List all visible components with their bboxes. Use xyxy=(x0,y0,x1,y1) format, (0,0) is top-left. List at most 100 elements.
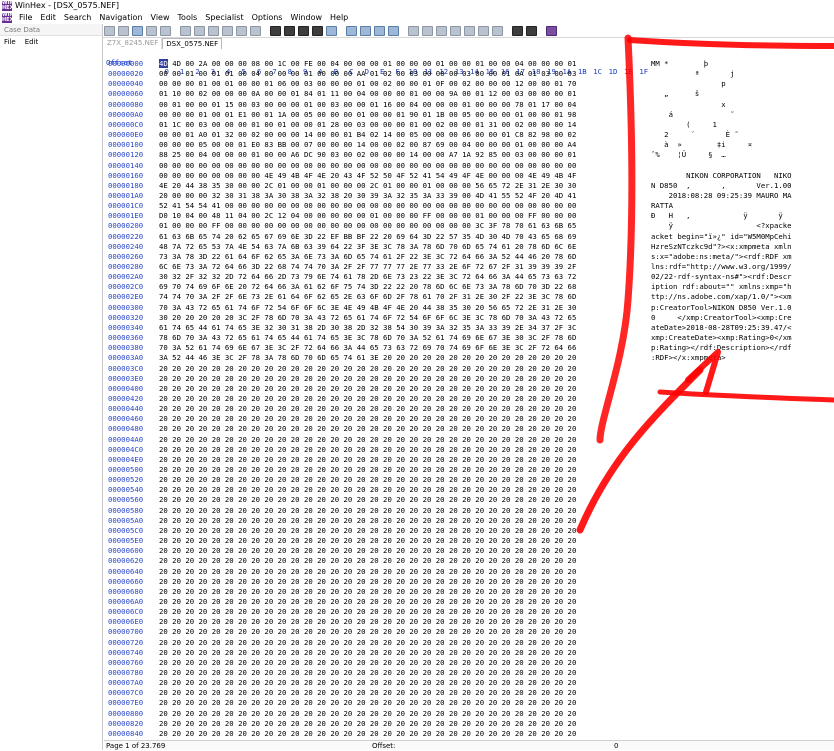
row-bytes[interactable]: 00 00 00 00 00 00 00 00 00 00 00 00 00 0… xyxy=(159,161,576,171)
row-ascii[interactable]: :RDF></x:xmpmeta> xyxy=(651,353,726,363)
row-ascii[interactable]: à » ‡i ¤ xyxy=(651,140,752,150)
row-bytes[interactable]: 20 20 20 20 20 20 20 20 20 20 20 20 20 2… xyxy=(159,384,576,394)
print-icon[interactable] xyxy=(146,25,157,36)
row-ascii[interactable]: 02/22-rdf-syntax-ns#"><rdf:Descr xyxy=(651,272,792,282)
row-bytes[interactable]: 20 20 20 20 20 20 20 20 20 20 20 20 20 2… xyxy=(159,587,576,597)
row-ascii[interactable]: iption rdf:about="" xmlns:xmp="h xyxy=(651,282,792,292)
row-bytes[interactable]: 20 20 20 20 20 20 20 20 20 20 20 20 20 2… xyxy=(159,627,576,637)
row-bytes[interactable]: 20 20 20 20 20 20 20 20 20 20 20 20 20 2… xyxy=(159,719,576,729)
row-bytes[interactable]: 20 20 20 20 20 20 20 20 20 20 20 20 20 2… xyxy=(159,424,576,434)
row-ascii[interactable]: ÿ <?xpacke xyxy=(651,221,792,231)
row-bytes[interactable]: 20 20 20 20 20 20 20 20 20 20 20 20 20 2… xyxy=(159,374,576,384)
menu-options[interactable]: Options xyxy=(248,12,287,24)
save-icon[interactable] xyxy=(132,25,143,36)
analyze-icon[interactable] xyxy=(478,25,489,36)
replace-text-icon[interactable] xyxy=(298,25,309,36)
row-bytes[interactable]: 20 20 20 20 20 20 20 20 20 20 20 20 20 2… xyxy=(159,394,576,404)
row-bytes[interactable]: 61 63 6B 65 74 20 62 65 67 69 6E 3D 22 E… xyxy=(159,232,576,242)
row-ascii[interactable]: ttp://ns.adobe.com/xap/1.0/"><xm xyxy=(651,292,792,302)
row-ascii[interactable]: „ š xyxy=(651,89,721,99)
row-ascii[interactable]: p xyxy=(651,79,725,89)
row-ascii[interactable]: MM * þ xyxy=(651,59,730,69)
row-bytes[interactable]: 48 7A 72 65 53 7A 4E 54 63 7A 6B 63 39 6… xyxy=(159,242,576,252)
tab-dsx-0575[interactable]: DSX_0575.NEF xyxy=(162,38,223,49)
row-bytes[interactable]: 20 20 20 20 20 20 20 20 20 20 20 20 20 2… xyxy=(159,638,576,648)
case-menu-edit[interactable]: Edit xyxy=(25,36,39,48)
row-bytes[interactable]: 20 20 20 20 20 20 20 20 20 20 20 20 20 2… xyxy=(159,607,576,617)
row-bytes[interactable]: 20 00 00 00 32 30 31 38 3A 30 38 3A 32 3… xyxy=(159,191,576,201)
row-bytes[interactable]: 20 20 20 20 20 20 20 20 20 20 20 20 20 2… xyxy=(159,364,576,374)
row-bytes[interactable]: 20 20 20 20 20 20 20 20 20 20 20 20 20 2… xyxy=(159,506,576,516)
magnifier-icon[interactable] xyxy=(464,25,475,36)
row-bytes[interactable]: 20 20 20 20 20 20 20 20 20 20 20 20 20 2… xyxy=(159,698,576,708)
row-bytes[interactable]: 20 20 20 20 20 20 20 20 20 20 20 20 20 2… xyxy=(159,546,576,556)
replace-hex-icon[interactable] xyxy=(312,25,323,36)
row-bytes[interactable]: 20 20 20 20 20 20 20 20 20 20 20 20 20 2… xyxy=(159,648,576,658)
row-ascii[interactable]: N D850 , , Ver.1.00 xyxy=(651,181,792,191)
row-bytes[interactable]: 20 20 20 20 20 20 20 20 20 20 20 20 20 2… xyxy=(159,404,576,414)
row-bytes[interactable]: 20 20 20 20 20 20 20 20 20 20 20 20 20 2… xyxy=(159,658,576,668)
row-bytes[interactable]: 6C 6E 73 3A 72 64 66 3D 22 68 74 74 70 3… xyxy=(159,262,576,272)
row-bytes[interactable]: 30 20 20 20 20 20 3C 2F 78 6D 70 3A 43 7… xyxy=(159,313,576,323)
row-bytes[interactable]: 88 25 00 04 00 00 00 01 00 00 A6 DC 90 0… xyxy=(159,150,576,160)
row-bytes[interactable]: 20 20 20 20 20 20 20 20 20 20 20 20 20 2… xyxy=(159,465,576,475)
forward-arrow-icon[interactable] xyxy=(388,25,399,36)
paste-write-icon[interactable] xyxy=(236,25,247,36)
row-bytes[interactable]: D0 10 04 00 48 11 04 00 2C 12 04 00 00 0… xyxy=(159,211,576,221)
cut-icon[interactable] xyxy=(194,25,205,36)
row-bytes[interactable]: 30 32 2F 32 32 2D 72 64 66 2D 73 79 6E 7… xyxy=(159,272,576,282)
row-ascii[interactable]: 2018:08:28 09:25:39 MAURO MA xyxy=(651,191,792,201)
undo-icon[interactable] xyxy=(180,25,191,36)
row-bytes[interactable]: 4D 4D 00 2A 00 00 00 08 00 1C 00 FE 00 0… xyxy=(159,59,576,69)
help-book-icon[interactable] xyxy=(546,25,557,36)
hex-editor-pane[interactable]: Offset 0 1 2 3 4 5 6 7 8 9 A B C D E F 10 11 12 13 14 15 16 17 1… xyxy=(104,49,834,739)
go-to-end-icon[interactable] xyxy=(360,25,371,36)
clipboard-icon[interactable] xyxy=(250,25,261,36)
case-menu-file[interactable]: File xyxy=(4,36,16,48)
disk-editor-icon[interactable] xyxy=(408,25,419,36)
hash-icon[interactable] xyxy=(450,25,461,36)
row-bytes[interactable]: 20 20 20 20 20 20 20 20 20 20 20 20 20 2… xyxy=(159,516,576,526)
row-bytes[interactable]: 20 20 20 20 20 20 20 20 20 20 20 20 20 2… xyxy=(159,475,576,485)
row-bytes[interactable]: 20 20 20 20 20 20 20 20 20 20 20 20 20 2… xyxy=(159,567,576,577)
row-bytes[interactable]: 74 74 70 3A 2F 2F 6E 73 2E 61 64 6F 62 6… xyxy=(159,292,576,302)
row-bytes[interactable]: 00 00 00 05 00 00 01 E0 83 BB 00 07 00 0… xyxy=(159,140,576,150)
row-ascii[interactable]: p:Rating></rdf:Description></rdf xyxy=(651,343,792,353)
row-ascii[interactable]: acket begin="ï»¿" id="W5M0MpCehi xyxy=(651,232,792,242)
row-bytes[interactable]: 20 20 20 20 20 20 20 20 20 20 20 20 20 2… xyxy=(159,414,576,424)
tab-z7x-8245[interactable]: Z7X_8245.NEF xyxy=(104,38,163,49)
menu-specialist[interactable]: Specialist xyxy=(201,12,247,24)
menu-view[interactable]: View xyxy=(147,12,174,24)
row-bytes[interactable]: 20 20 20 20 20 20 20 20 20 20 20 20 20 2… xyxy=(159,435,576,445)
row-bytes[interactable]: 20 20 20 20 20 20 20 20 20 20 20 20 20 2… xyxy=(159,729,576,739)
cursor-byte[interactable]: 4D xyxy=(159,59,168,68)
row-bytes[interactable]: 00 00 01 00 01 01 00 04 00 00 00 01 00 0… xyxy=(159,69,576,79)
menu-window[interactable]: Window xyxy=(286,12,326,24)
go-to-offset-icon[interactable] xyxy=(326,25,337,36)
row-ascii[interactable]: ª j xyxy=(651,69,743,79)
row-ascii[interactable]: HzreSzNTczkc9d"?><x:xmpmeta xmln xyxy=(651,242,792,252)
row-bytes[interactable]: 70 3A 52 61 74 69 6E 67 3E 3C 2F 72 64 6… xyxy=(159,343,576,353)
open-file-icon[interactable] xyxy=(118,25,129,36)
row-bytes[interactable]: 20 20 20 20 20 20 20 20 20 20 20 20 20 2… xyxy=(159,485,576,495)
menu-help[interactable]: Help xyxy=(326,12,352,24)
go-to-start-icon[interactable] xyxy=(346,25,357,36)
ram-editor-icon[interactable] xyxy=(422,25,433,36)
row-ascii[interactable]: x xyxy=(651,100,734,110)
row-bytes[interactable]: 20 20 20 20 20 20 20 20 20 20 20 20 20 2… xyxy=(159,445,576,455)
row-bytes[interactable]: 20 20 20 20 20 20 20 20 20 20 20 20 20 2… xyxy=(159,678,576,688)
properties-icon[interactable] xyxy=(160,25,171,36)
row-bytes[interactable]: 73 3A 78 3D 22 61 64 6F 62 65 3A 6E 73 3… xyxy=(159,252,576,262)
row-ascii[interactable] xyxy=(651,161,721,171)
row-bytes[interactable]: 20 20 20 20 20 20 20 20 20 20 20 20 20 2… xyxy=(159,668,576,678)
row-ascii[interactable]: lns:rdf="http://www.w3.org/1999/ xyxy=(651,262,792,272)
row-ascii[interactable]: 2 ´ È ˜ xyxy=(651,130,743,140)
row-bytes[interactable]: 20 20 20 20 20 20 20 20 20 20 20 20 20 2… xyxy=(159,455,576,465)
row-bytes[interactable]: 20 20 20 20 20 20 20 20 20 20 20 20 20 2… xyxy=(159,688,576,698)
find-hex-icon[interactable] xyxy=(284,25,295,36)
row-bytes[interactable]: 01 10 00 02 00 00 00 0A 00 00 01 84 01 1… xyxy=(159,89,576,99)
row-ascii[interactable]: ( 1 xyxy=(651,120,730,130)
row-ascii[interactable]: p:CreatorTool>NIKON D850 Ver.1.0 xyxy=(651,303,792,313)
row-bytes[interactable]: 20 20 20 20 20 20 20 20 20 20 20 20 20 2… xyxy=(159,617,576,627)
menu-search[interactable]: Search xyxy=(60,12,95,24)
